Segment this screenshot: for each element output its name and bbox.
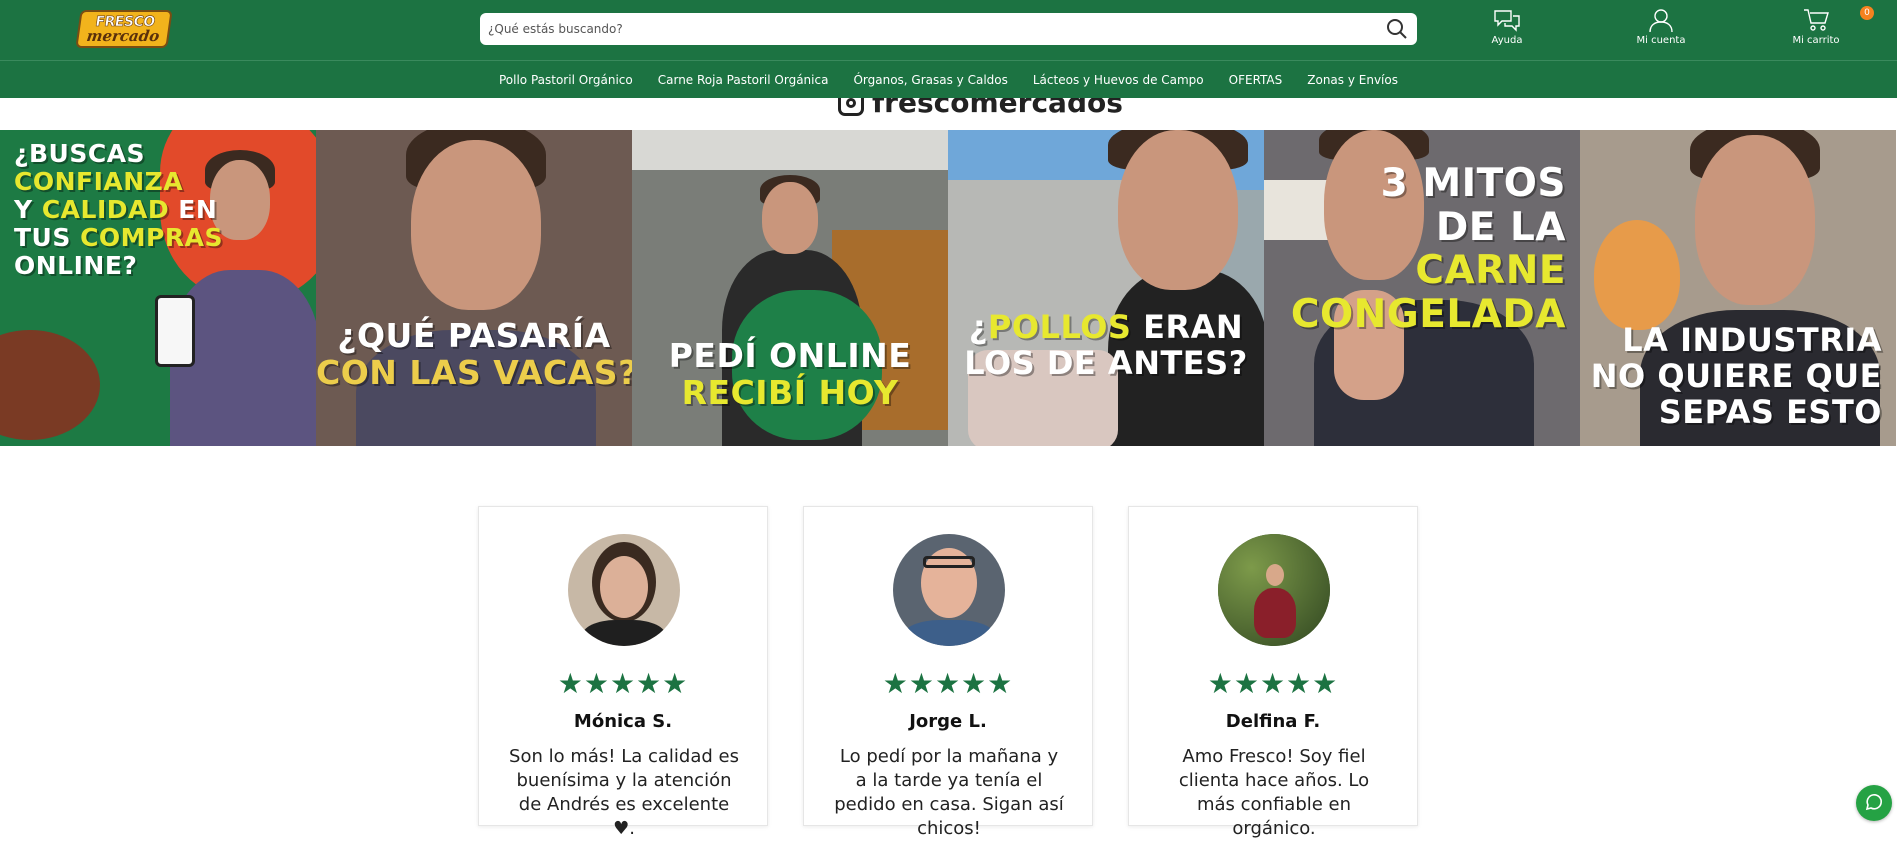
caption-line: DE LA	[1291, 204, 1566, 250]
caption-segment: ¿BUSCAS	[14, 139, 146, 168]
caption-segment: NO QUIERE QUE	[1590, 356, 1882, 395]
user-icon	[1649, 9, 1673, 32]
caption-segment: CON LAS VACAS?	[316, 352, 632, 392]
site-header: FRESCO mercado Ayuda Mi cuenta Mi carrit…	[0, 0, 1897, 60]
rating-stars: ★★★★★	[882, 667, 1014, 700]
caption-line: LA INDUSTRIA	[1591, 321, 1882, 359]
video-tile-3[interactable]: PEDÍ ONLINE RECIBÍ HOY	[632, 130, 948, 446]
video-caption: 3 MITOS DE LA CARNE CONGELADA	[1291, 162, 1566, 337]
review-text: Amo Fresco! Soy fiel clienta hace años. …	[1178, 746, 1370, 839]
instagram-handle-link[interactable]: frescomercados	[838, 98, 1123, 119]
avatar	[893, 534, 1005, 646]
video-tile-6[interactable]: LA INDUSTRIA NO QUIERE QUE SEPAS ESTO	[1580, 130, 1896, 446]
cart-icon	[1804, 9, 1829, 31]
cart-count-badge: 0	[1860, 6, 1874, 20]
logo-line-2: mercado	[85, 26, 161, 45]
instagram-icon	[838, 98, 864, 116]
reviewer-name: Mónica S.	[573, 711, 673, 732]
testimonial-card: ★★★★★ Delfina F. Amo Fresco! Soy fiel cl…	[1128, 506, 1418, 839]
caption-segment: CONFIANZA	[14, 167, 184, 196]
avatar	[568, 534, 680, 646]
caption-line: PEDÍ ONLINE	[632, 336, 948, 375]
nav-item-carne-roja[interactable]: Carne Roja Pastoril Orgánica	[645, 73, 841, 87]
caption-segment: LA INDUSTRIA	[1622, 321, 1882, 359]
reviewer-name: Delfina F.	[1225, 711, 1321, 732]
caption-segment: EN	[169, 195, 218, 224]
account-label: Mi cuenta	[1636, 35, 1686, 46]
caption-line: NO QUIERE QUE	[1590, 356, 1882, 395]
account-button[interactable]: Mi cuenta	[1616, 8, 1706, 50]
caption-line: CONFIANZA	[14, 168, 223, 196]
caption-line: Y CALIDAD EN	[14, 196, 223, 224]
caption-line: ¿BUSCAS	[14, 140, 223, 168]
caption-segment: ONLINE?	[14, 251, 138, 280]
caption-line: SEPAS ESTO	[1591, 392, 1882, 431]
reviewer-name: Jorge L.	[909, 711, 987, 732]
cart-label: Mi carrito	[1792, 35, 1840, 46]
review-text: Son lo más! La calidad es buenísima y la…	[509, 746, 739, 839]
whatsapp-icon	[1865, 794, 1882, 811]
caption-line: LOS DE ANTES?	[948, 343, 1264, 382]
testimonial-card: ★★★★★ Jorge L. Lo pedí por la mañana y a…	[803, 506, 1093, 839]
instagram-video-grid: ¿BUSCAS CONFIANZA Y CALIDAD EN TUS COMPRAS O…	[0, 130, 1897, 446]
video-tile-4[interactable]: ¿POLLOS ERAN LOS DE ANTES?	[948, 130, 1264, 446]
search-input[interactable]	[488, 13, 1368, 45]
help-button[interactable]: Ayuda	[1462, 8, 1552, 50]
search-icon[interactable]	[1385, 17, 1409, 41]
caption-line: CON LAS VACAS?	[316, 352, 632, 392]
caption-segment: SEPAS ESTO	[1658, 392, 1882, 431]
caption-line: CARNE	[1291, 249, 1566, 293]
nav-item-zonas[interactable]: Zonas y Envíos	[1295, 73, 1411, 87]
video-caption: PEDÍ ONLINE RECIBÍ HOY	[632, 336, 948, 412]
help-label: Ayuda	[1491, 35, 1523, 46]
nav-item-ofertas[interactable]: OFERTAS	[1216, 73, 1295, 87]
instagram-handle: frescomercados	[872, 98, 1123, 119]
caption-segment: Y	[14, 195, 42, 224]
caption-segment: ¿	[968, 308, 988, 346]
caption-line: RECIBÍ HOY	[632, 372, 948, 412]
instagram-heading: frescomercados	[0, 98, 1897, 130]
caption-segment: ERAN	[1131, 308, 1244, 346]
review-text: Lo pedí por la mañana y a la tarde ya te…	[834, 746, 1064, 839]
testimonial-card: ★★★★★ Mónica S. Son lo más! La calidad e…	[478, 506, 768, 839]
caption-segment: CARNE	[1415, 248, 1566, 294]
caption-segment: RECIBÍ HOY	[681, 372, 899, 412]
caption-segment: LOS DE ANTES?	[964, 343, 1248, 382]
nav-item-organos[interactable]: Órganos, Grasas y Caldos	[841, 73, 1020, 87]
nav-item-pollo[interactable]: Pollo Pastoril Orgánico	[486, 73, 645, 87]
caption-line: TUS COMPRAS	[14, 224, 223, 252]
caption-segment: TUS	[14, 223, 81, 252]
rating-stars: ★★★★★	[1207, 667, 1339, 700]
video-caption: ¿POLLOS ERAN LOS DE ANTES?	[948, 308, 1264, 382]
caption-segment: 3 MITOS	[1380, 161, 1566, 206]
video-caption: ¿BUSCAS CONFIANZA Y CALIDAD EN TUS COMPRAS O…	[14, 140, 223, 280]
caption-segment: ¿QUÉ PASARÍA	[337, 316, 611, 355]
caption-segment: CALIDAD	[41, 195, 170, 224]
video-caption: LA INDUSTRIA NO QUIERE QUE SEPAS ESTO	[1590, 321, 1882, 431]
rating-stars: ★★★★★	[557, 667, 689, 700]
cart-button[interactable]: Mi carrito	[1771, 8, 1861, 50]
whatsapp-button[interactable]	[1856, 785, 1892, 821]
caption-segment: POLLOS	[987, 308, 1132, 346]
video-caption: ¿QUÉ PASARÍA CON LAS VACAS?	[316, 316, 632, 392]
caption-segment: COMPRAS	[80, 223, 223, 252]
search-bar	[480, 13, 1417, 45]
video-tile-5[interactable]: 3 MITOS DE LA CARNE CONGELADA	[1264, 130, 1580, 446]
video-tile-1[interactable]: ¿BUSCAS CONFIANZA Y CALIDAD EN TUS COMPRAS O…	[0, 130, 316, 446]
video-tile-2[interactable]: ¿QUÉ PASARÍA CON LAS VACAS?	[316, 130, 632, 446]
caption-line: CONGELADA	[1291, 293, 1566, 337]
caption-segment: DE LA	[1435, 204, 1566, 250]
fresco-mercado-logo[interactable]: FRESCO mercado	[75, 10, 173, 48]
nav-item-lacteos[interactable]: Lácteos y Huevos de Campo	[1020, 73, 1216, 87]
caption-line: 3 MITOS	[1291, 162, 1566, 206]
main-nav: Pollo Pastoril Orgánico Carne Roja Pasto…	[0, 60, 1897, 98]
caption-line: ¿QUÉ PASARÍA	[316, 316, 632, 355]
chat-bubbles-icon	[1494, 10, 1520, 32]
avatar	[1218, 534, 1330, 646]
caption-line: ¿POLLOS ERAN	[948, 308, 1264, 346]
caption-segment: CONGELADA	[1290, 292, 1566, 338]
caption-segment: PEDÍ ONLINE	[668, 336, 912, 375]
caption-line: ONLINE?	[14, 252, 223, 280]
